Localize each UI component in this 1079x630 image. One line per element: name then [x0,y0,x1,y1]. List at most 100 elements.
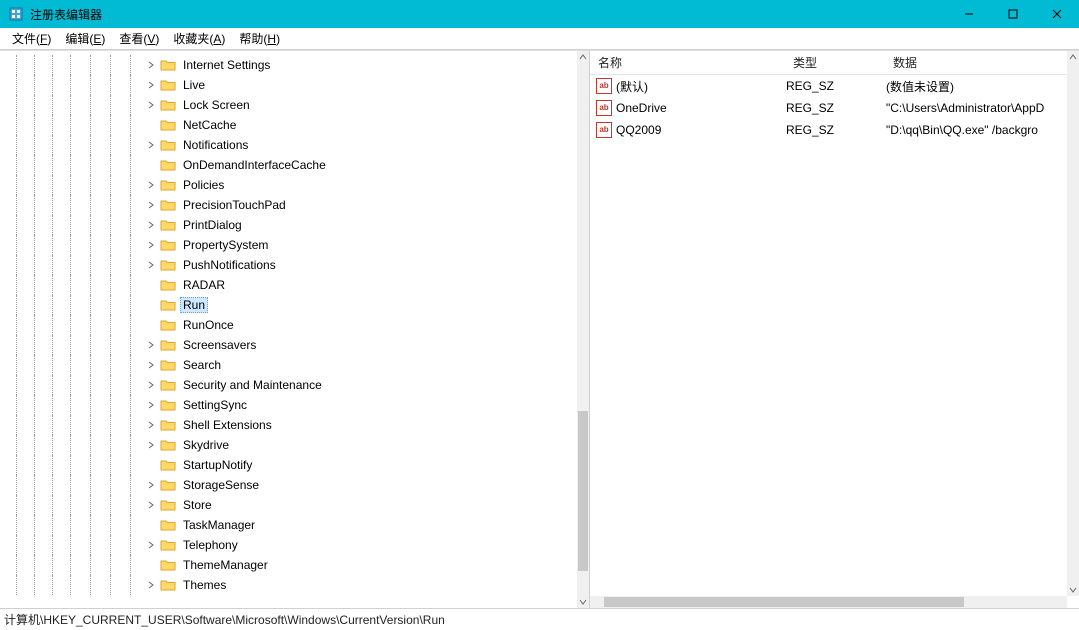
chevron-right-icon[interactable] [144,378,158,392]
column-data[interactable]: 数据 [885,50,1079,75]
string-value-icon: ab [596,100,612,116]
tree-item-label: ThemeManager [180,557,271,573]
tree-item[interactable]: Screensavers [14,335,577,355]
tree-item-label: Internet Settings [180,57,273,73]
tree-item[interactable]: PrecisionTouchPad [14,195,577,215]
tree-item[interactable]: Policies [14,175,577,195]
folder-icon [160,518,176,532]
tree-item[interactable]: Run [14,295,577,315]
tree-item-label: Lock Screen [180,97,253,113]
scroll-up-icon[interactable] [577,51,589,63]
close-button[interactable] [1035,0,1079,28]
minimize-button[interactable] [947,0,991,28]
tree-item-label: Skydrive [180,437,232,453]
chevron-right-icon[interactable] [144,538,158,552]
tree-item[interactable]: NetCache [14,115,577,135]
tree-leaf-icon [144,558,158,572]
tree-item-label: Screensavers [180,337,259,353]
tree-item[interactable]: ThemeManager [14,555,577,575]
tree-item[interactable]: Store [14,495,577,515]
value-row[interactable]: ab(默认)REG_SZ(数值未设置) [590,75,1079,97]
statusbar: 计算机\HKEY_CURRENT_USER\Software\Microsoft… [0,608,1079,630]
registry-tree[interactable]: Internet Settings Live Lock Screen NetCache… [14,51,577,595]
values-pane: 名称 类型 数据 ab(默认)REG_SZ(数值未设置)abOneDriveRE… [590,51,1079,608]
folder-icon [160,318,176,332]
tree-leaf-icon [144,158,158,172]
tree-item[interactable]: Themes [14,575,577,595]
tree-item[interactable]: PrintDialog [14,215,577,235]
chevron-right-icon[interactable] [144,218,158,232]
chevron-right-icon[interactable] [144,418,158,432]
chevron-right-icon[interactable] [144,78,158,92]
tree-item[interactable]: PropertySystem [14,235,577,255]
tree-item[interactable]: RADAR [14,275,577,295]
tree-item[interactable]: TaskManager [14,515,577,535]
tree-scrollbar[interactable] [577,51,589,608]
values-list[interactable]: ab(默认)REG_SZ(数值未设置)abOneDriveREG_SZ"C:\U… [590,75,1079,141]
tree-item[interactable]: PushNotifications [14,255,577,275]
folder-icon [160,198,176,212]
chevron-right-icon[interactable] [144,258,158,272]
folder-icon [160,178,176,192]
scroll-down-icon[interactable] [577,596,589,608]
tree-item[interactable]: Internet Settings [14,55,577,75]
maximize-button[interactable] [991,0,1035,28]
tree-item[interactable]: Shell Extensions [14,415,577,435]
tree-item[interactable]: Search [14,355,577,375]
tree-item[interactable]: StorageSense [14,475,577,495]
tree-item[interactable]: RunOnce [14,315,577,335]
tree-item-label: Store [180,497,215,513]
chevron-right-icon[interactable] [144,578,158,592]
tree-item[interactable]: SettingSync [14,395,577,415]
tree-leaf-icon [144,318,158,332]
tree-item-label: RunOnce [180,317,237,333]
chevron-right-icon[interactable] [144,498,158,512]
tree-item[interactable]: Notifications [14,135,577,155]
scroll-up-icon[interactable] [1067,51,1079,63]
menu-view[interactable]: 查看(V) [113,28,165,49]
folder-icon [160,138,176,152]
titlebar: 注册表编辑器 [0,0,1079,28]
tree-item[interactable]: Telephony [14,535,577,555]
scroll-down-icon[interactable] [1067,584,1079,596]
value-row[interactable]: abOneDriveREG_SZ"C:\Users\Administrator\… [590,97,1079,119]
tree-item[interactable]: Lock Screen [14,95,577,115]
menu-edit[interactable]: 编辑(E) [59,28,111,49]
tree-item[interactable]: Skydrive [14,435,577,455]
window-controls [947,0,1079,28]
menu-file[interactable]: 文件(F) [6,28,57,49]
column-name[interactable]: 名称 [590,50,785,75]
chevron-right-icon[interactable] [144,138,158,152]
chevron-right-icon[interactable] [144,198,158,212]
chevron-right-icon[interactable] [144,98,158,112]
chevron-right-icon[interactable] [144,178,158,192]
folder-icon [160,258,176,272]
menu-help[interactable]: 帮助(H) [233,28,286,49]
tree-item-label: PrecisionTouchPad [180,197,289,213]
list-hscrollbar[interactable] [590,596,1067,608]
scrollbar-thumb[interactable] [578,411,588,571]
tree-leaf-icon [144,458,158,472]
tree-item-label: Search [180,357,224,373]
chevron-right-icon[interactable] [144,358,158,372]
tree-item[interactable]: Security and Maintenance [14,375,577,395]
chevron-right-icon[interactable] [144,398,158,412]
menu-favorites[interactable]: 收藏夹(A) [167,28,231,49]
folder-icon [160,278,176,292]
tree-item[interactable]: Live [14,75,577,95]
chevron-right-icon[interactable] [144,58,158,72]
tree-leaf-icon [144,118,158,132]
chevron-right-icon[interactable] [144,238,158,252]
folder-icon [160,78,176,92]
tree-item[interactable]: StartupNotify [14,455,577,475]
tree-item[interactable]: OnDemandInterfaceCache [14,155,577,175]
chevron-right-icon[interactable] [144,478,158,492]
tree-item-label: Themes [180,577,229,593]
scrollbar-thumb[interactable] [604,597,964,607]
column-type[interactable]: 类型 [785,50,885,75]
value-row[interactable]: abQQ2009REG_SZ"D:\qq\Bin\QQ.exe" /backgr… [590,119,1079,141]
chevron-right-icon[interactable] [144,338,158,352]
chevron-right-icon[interactable] [144,438,158,452]
app-icon [8,6,24,22]
list-vscrollbar[interactable] [1067,51,1079,596]
